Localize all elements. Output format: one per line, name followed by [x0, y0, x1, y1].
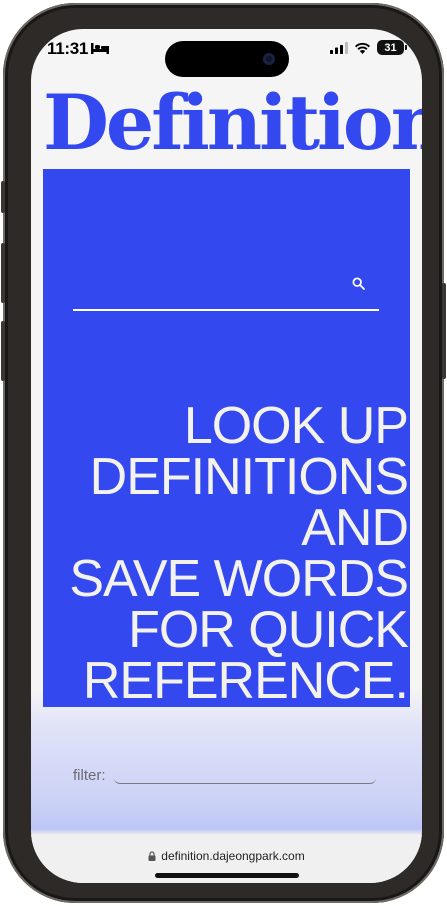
filter-row: filter:: [73, 763, 376, 784]
tagline-line: AND: [301, 499, 409, 557]
wifi-icon: [355, 42, 370, 54]
search-icon[interactable]: [352, 277, 365, 290]
front-camera: [263, 53, 275, 65]
search-bar[interactable]: [73, 269, 379, 311]
dynamic-island: [165, 41, 289, 77]
volume-up-button: [1, 243, 5, 303]
lock-icon: [148, 851, 156, 861]
hero-tagline: LOOK UP DEFINITIONS AND SAVE WORDS FOR Q…: [48, 397, 409, 710]
volume-down-button: [1, 321, 5, 381]
home-indicator[interactable]: [155, 873, 299, 878]
screen: 11:31 31 Definition LOOK UP DEFINITIONS …: [31, 29, 422, 883]
action-button: [1, 181, 5, 213]
tagline-line: LOOK UP: [183, 397, 409, 455]
address-display[interactable]: definition.dajeongpark.com: [31, 849, 422, 863]
search-input[interactable]: [73, 269, 347, 309]
tagline-line: SAVE WORDS: [69, 550, 409, 608]
app-title: Definition: [43, 78, 422, 167]
tagline-line: FOR QUICK: [128, 601, 409, 659]
filter-input[interactable]: [113, 763, 376, 784]
cellular-signal-icon: [330, 41, 348, 54]
tagline-line: REFERENCE.: [82, 652, 409, 710]
url-text: definition.dajeongpark.com: [161, 849, 305, 863]
bed-icon: [91, 43, 109, 54]
phone-frame: 11:31 31 Definition LOOK UP DEFINITIONS …: [1, 3, 446, 903]
power-button: [442, 283, 446, 379]
status-indicators: 31: [330, 40, 407, 55]
hero-panel: LOOK UP DEFINITIONS AND SAVE WORDS FOR Q…: [43, 169, 410, 707]
filter-label: filter:: [73, 767, 106, 784]
battery-indicator: 31: [377, 40, 407, 55]
tagline-line: DEFINITIONS: [89, 448, 409, 506]
status-time: 11:31: [47, 39, 89, 58]
